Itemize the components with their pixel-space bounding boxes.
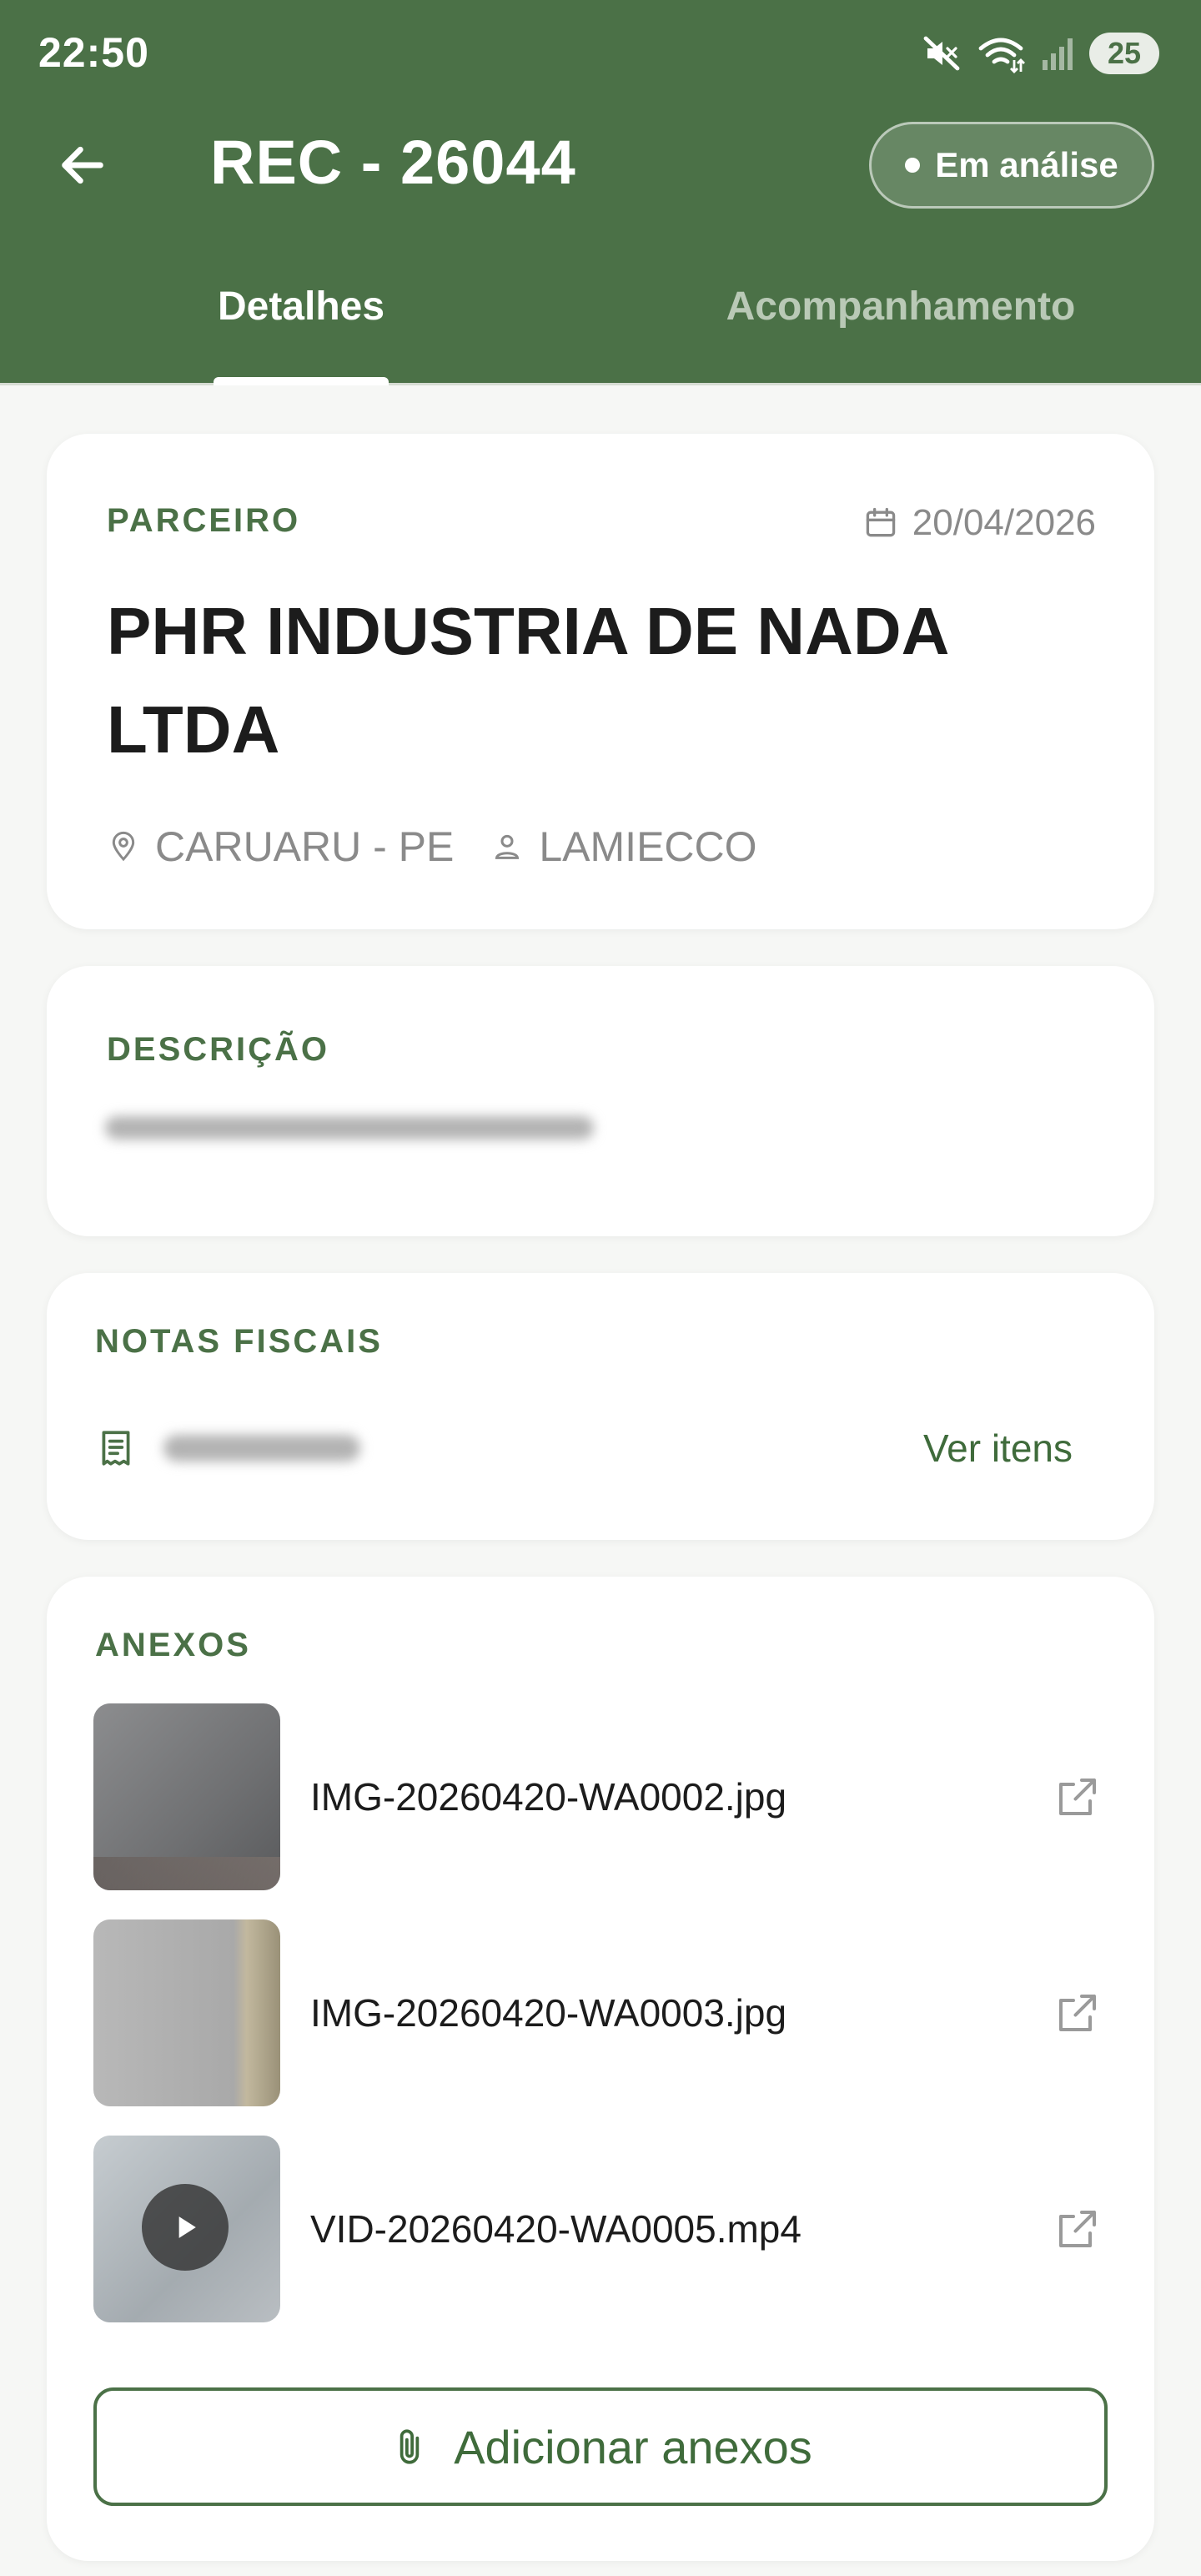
partner-section-label: PARCEIRO bbox=[107, 502, 301, 539]
partner-location-label: CARUARU - PE bbox=[155, 823, 455, 870]
attachment-file-name: VID-20260420-WA0005.mp4 bbox=[310, 2207, 802, 2251]
person-icon bbox=[495, 834, 520, 859]
attachments-card: ANEXOS IMG-20260420-WA0002.jpg IMG-20260… bbox=[47, 1577, 1154, 2561]
partner-meta: CARUARU - PE LAMIECCO bbox=[107, 823, 757, 871]
receipt-icon bbox=[102, 1431, 130, 1466]
partner-name: PHR INDUSTRIA DE NADA LTDA bbox=[107, 594, 947, 767]
view-items-link[interactable]: Ver itens bbox=[923, 1415, 1073, 1482]
attachment-thumbnail bbox=[93, 1703, 280, 1890]
add-attachments-button[interactable]: Adicionar anexos bbox=[93, 2387, 1108, 2506]
play-button[interactable] bbox=[142, 2184, 229, 2271]
attachment-thumbnail bbox=[93, 2136, 280, 2322]
back-button[interactable] bbox=[47, 133, 118, 197]
partner-card: PARCEIRO 20/04/2026 PHR INDUSTRIA DE NAD… bbox=[47, 434, 1154, 929]
attachments-section-label: ANEXOS bbox=[95, 1627, 251, 1663]
attachment-thumbnail bbox=[93, 1919, 280, 2106]
status-badge: Em análise bbox=[869, 122, 1154, 209]
tab-tracking-label: Acompanhamento bbox=[726, 284, 1076, 329]
status-time: 22:50 bbox=[38, 29, 149, 76]
page-title: REC - 26044 bbox=[210, 128, 576, 197]
invoices-section-label: NOTAS FISCAIS bbox=[95, 1323, 383, 1360]
status-dot bbox=[905, 158, 921, 173]
partner-user-label: LAMIECCO bbox=[539, 823, 757, 870]
tab-details-label: Detalhes bbox=[217, 284, 385, 329]
play-icon bbox=[178, 2216, 196, 2238]
arrow-left-icon bbox=[62, 146, 103, 184]
status-bar: 22:50 25 bbox=[0, 0, 1201, 108]
status-icons: 25 bbox=[922, 30, 1159, 77]
description-card: DESCRIÇÃO bbox=[47, 966, 1154, 1236]
attachment-file-name: IMG-20260420-WA0003.jpg bbox=[310, 1991, 787, 2035]
battery-badge: 25 bbox=[1089, 33, 1159, 74]
attachment-file-name: IMG-20260420-WA0002.jpg bbox=[310, 1775, 787, 1819]
app-bar: 22:50 25 REC - 26044 Em análise Detalhes… bbox=[0, 0, 1201, 385]
description-section-label: DESCRIÇÃO bbox=[107, 1031, 330, 1068]
signal-icon bbox=[1043, 38, 1073, 70]
invoices-card: NOTAS FISCAIS Ver itens bbox=[47, 1273, 1154, 1540]
open-external-icon[interactable] bbox=[1053, 2204, 1103, 2254]
tab-details[interactable]: Detalhes bbox=[214, 284, 389, 385]
active-tab-indicator bbox=[214, 377, 389, 385]
partner-date: 20/04/2026 bbox=[862, 502, 1096, 544]
attachment-item[interactable]: VID-20260420-WA0005.mp4 bbox=[93, 2136, 1111, 2322]
partner-date-value: 20/04/2026 bbox=[912, 502, 1096, 543]
location-pin-icon bbox=[112, 831, 135, 862]
attachment-item[interactable]: IMG-20260420-WA0003.jpg bbox=[93, 1919, 1111, 2106]
wifi-icon bbox=[978, 38, 1025, 73]
mute-icon bbox=[923, 36, 960, 71]
tab-tracking[interactable]: Acompanhamento bbox=[717, 284, 1084, 385]
redacted-description bbox=[105, 1116, 594, 1140]
attachment-item[interactable]: IMG-20260420-WA0002.jpg bbox=[93, 1703, 1111, 1890]
calendar-icon bbox=[866, 507, 896, 537]
partner-user: LAMIECCO bbox=[490, 823, 757, 871]
open-external-icon[interactable] bbox=[1053, 1772, 1103, 1822]
open-external-icon[interactable] bbox=[1053, 1988, 1103, 2038]
paperclip-icon bbox=[399, 2429, 420, 2464]
status-badge-label: Em análise bbox=[935, 145, 1118, 184]
redacted-invoice-number bbox=[163, 1435, 360, 1462]
add-attachments-label: Adicionar anexos bbox=[454, 2420, 812, 2473]
partner-location: CARUARU - PE bbox=[107, 823, 454, 871]
